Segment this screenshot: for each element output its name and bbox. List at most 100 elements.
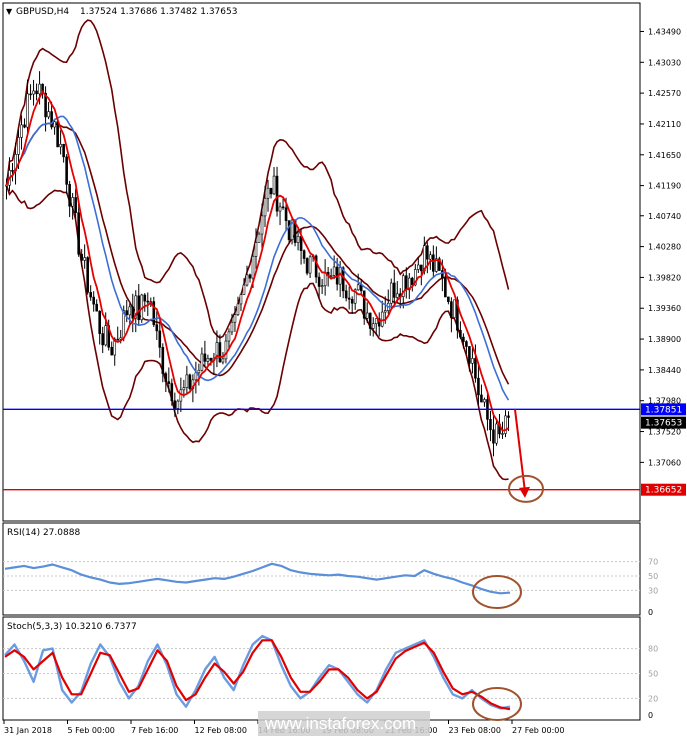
- candle-body: [104, 325, 107, 346]
- candle-body: [284, 207, 288, 221]
- candle-body: [278, 206, 282, 212]
- candle-body: [257, 233, 261, 243]
- candle-body: [468, 346, 471, 364]
- candle-body: [242, 284, 246, 295]
- candle-body: [206, 358, 210, 362]
- candle-body: [254, 242, 258, 257]
- collapse-triangle-icon[interactable]: ▼: [6, 7, 13, 16]
- candle-body: [164, 373, 168, 382]
- candle-body: [17, 137, 20, 155]
- candle-body: [68, 184, 71, 207]
- candle-body: [275, 175, 279, 212]
- rsi-panel: 70 50 30 0: [3, 558, 658, 617]
- candle-body: [251, 256, 255, 279]
- candle-body: [432, 254, 435, 272]
- stoch-title: Stoch(5,3,3) 10.3210 6.7377: [7, 622, 137, 632]
- candle-body: [146, 300, 150, 303]
- candle-body: [233, 314, 237, 323]
- candle-body: [308, 256, 312, 274]
- candle-body: [221, 358, 225, 363]
- candle-body: [158, 330, 162, 348]
- candle-body: [38, 83, 41, 95]
- level-tag-label: 1.36652: [645, 486, 682, 496]
- candle-body: [362, 290, 366, 319]
- candle-body: [260, 215, 264, 235]
- candle-body: [116, 338, 120, 341]
- candle-body: [92, 296, 95, 305]
- price-tick-label: 1.38440: [648, 366, 681, 375]
- candle-body: [269, 187, 273, 195]
- price-tick-label: 1.39820: [648, 273, 681, 282]
- candle-body: [404, 275, 408, 291]
- current-price-label: 1.37653: [645, 419, 682, 429]
- candle-body: [305, 258, 309, 274]
- candle-body: [395, 293, 399, 298]
- candle-body: [444, 278, 447, 298]
- candle-body: [429, 254, 432, 260]
- arrow-shaft: [514, 409, 526, 492]
- forex-chart: 1.43490 1.43030 1.42570 1.42110 1.41650 1.411…: [2, 2, 686, 736]
- price-tick-label: 1.39360: [648, 304, 681, 313]
- price-panel-frame: [2, 2, 641, 522]
- candle-body: [426, 245, 429, 260]
- candle-body: [380, 311, 384, 327]
- candle-body: [245, 274, 249, 286]
- candle-body: [483, 399, 486, 403]
- stoch-panel-frame: [2, 616, 641, 721]
- candle-body: [29, 93, 32, 96]
- time-tick-label: 31 Jan 2018: [4, 726, 52, 735]
- level-label: 80: [648, 645, 658, 654]
- candle-body: [230, 321, 234, 333]
- candle-body: [200, 353, 204, 371]
- level-label: 30: [648, 586, 658, 595]
- candle-body: [98, 310, 101, 334]
- candle-body: [50, 111, 53, 128]
- candle-body: [53, 121, 56, 128]
- rsi-panel-frame: [2, 522, 641, 616]
- candle-body: [248, 274, 252, 279]
- price-tick-label: 1.42570: [648, 89, 681, 98]
- candle-body: [320, 285, 324, 288]
- candle-body: [23, 124, 26, 128]
- candle-body: [474, 358, 477, 379]
- candle-body: [507, 415, 510, 418]
- candle-body: [26, 93, 29, 128]
- candle-body: [281, 206, 285, 209]
- candle-body: [368, 312, 372, 329]
- candle-body: [338, 267, 342, 285]
- price-tick-label: 1.37520: [648, 428, 681, 437]
- candle-body: [296, 236, 300, 243]
- price-tick-label: 1.41650: [648, 151, 681, 160]
- candle-body: [263, 197, 267, 217]
- candle-body: [332, 266, 336, 276]
- candle-body: [477, 377, 480, 396]
- candle-body: [179, 389, 183, 402]
- candle-body: [32, 90, 35, 95]
- candle-body: [236, 303, 240, 315]
- level-label: 70: [648, 558, 658, 567]
- candle-body: [83, 257, 86, 261]
- candle-body: [344, 290, 348, 299]
- level-label: 50: [648, 670, 658, 679]
- candle-body: [450, 301, 453, 318]
- candle-body: [56, 121, 59, 148]
- candle-body: [350, 298, 354, 304]
- candle-body: [176, 400, 180, 409]
- candle-body: [462, 336, 465, 342]
- time-tick-label: 7 Feb 16:00: [131, 726, 178, 735]
- candle-body: [95, 303, 98, 312]
- candle-body: [266, 187, 270, 199]
- candle-body: [329, 275, 333, 277]
- candle-body: [80, 253, 83, 261]
- candle-body: [239, 294, 243, 305]
- candle-body: [89, 292, 92, 298]
- rsi-title: RSI(14) 27.0888: [7, 528, 80, 538]
- candle-body: [227, 331, 231, 342]
- candle-body: [125, 310, 129, 316]
- candle-body: [347, 297, 351, 300]
- candle-body: [74, 197, 77, 213]
- candle-body: [495, 423, 498, 444]
- candle-body: [209, 358, 213, 361]
- price-tick-label: 1.38900: [648, 335, 681, 344]
- ohlc-label: 1.37524 1.37686 1.37482 1.37653: [80, 7, 237, 17]
